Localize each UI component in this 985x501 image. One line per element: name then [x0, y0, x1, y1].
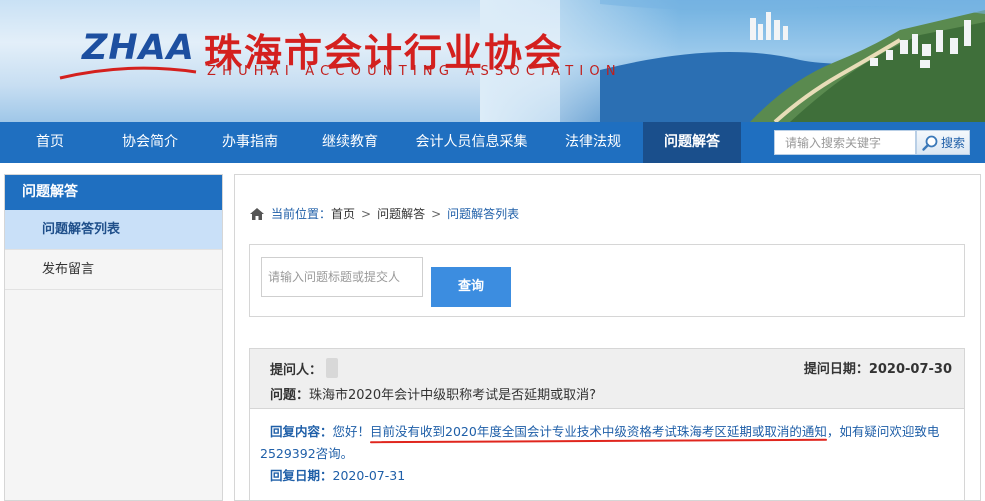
nav-item-home[interactable]: 首页: [0, 122, 100, 163]
coastline-city-image: [600, 0, 985, 122]
magnifier-icon: [922, 135, 938, 151]
asker-label: 提问人：: [270, 362, 323, 378]
question: 问题：珠海市2020年会计中级职称考试是否延期或取消?: [270, 384, 596, 403]
reply-highlighted-text: 目前没有收到2020年度全国会计专业技术中级资格考试珠海考区延期或取消的通知: [370, 424, 827, 439]
site-banner: ZHAA 珠海市会计行业协会 ZHUHAI ACCOUNTING ASSOCIA…: [0, 0, 985, 122]
reply: 回复内容：您好！目前没有收到2020年度全国会计专业技术中级资格考试珠海考区延期…: [250, 409, 964, 487]
nav-item-about[interactable]: 协会简介: [100, 122, 200, 163]
logo-english-name: ZHUHAI ACCOUNTING ASSOCIATION: [207, 64, 622, 79]
main-content: 当前位置： 首页 > 问题解答 > 问题解答列表 查询 提问人： 提问日期：20…: [234, 174, 981, 501]
breadcrumb-prefix: 当前位置：: [271, 207, 332, 221]
nav-item-education[interactable]: 继续教育: [300, 122, 400, 163]
reply-date-value: 2020-07-31: [332, 468, 406, 483]
question-label: 问题：: [270, 388, 310, 403]
qa-card-header: 提问人： 提问日期：2020-07-30 问题：珠海市2020年会计中级职称考试…: [250, 349, 964, 409]
breadcrumb-separator: >: [431, 206, 442, 221]
reply-label: 回复内容：: [270, 424, 333, 439]
reply-content: 回复内容：您好！目前没有收到2020年度全国会计专业技术中级资格考试珠海考区延期…: [260, 421, 964, 465]
breadcrumb-qa[interactable]: 问题解答: [377, 205, 425, 222]
ask-date-label: 提问日期：: [803, 362, 869, 377]
home-icon: [249, 207, 265, 221]
site-search-input[interactable]: [774, 130, 916, 155]
logo-abbreviation: ZHAA: [82, 28, 195, 68]
breadcrumb-separator: >: [361, 206, 372, 221]
reply-date: 回复日期：2020-07-31: [270, 465, 964, 487]
asker: 提问人：: [270, 358, 339, 378]
nav-item-qa[interactable]: 问题解答: [643, 122, 741, 163]
nav-item-info-collection[interactable]: 会计人员信息采集: [400, 122, 543, 163]
question-search-input[interactable]: [261, 257, 423, 297]
query-button[interactable]: 查询: [431, 267, 511, 307]
logo-swoosh-icon: [59, 66, 197, 80]
ask-date-value: 2020-07-30: [868, 362, 952, 377]
sidebar-item-qa-list[interactable]: 问题解答列表: [5, 210, 222, 250]
sidebar: 问题解答 问题解答列表 发布留言: [4, 174, 223, 501]
reply-date-label: 回复日期：: [270, 468, 333, 483]
ask-date: 提问日期：2020-07-30: [804, 358, 952, 377]
breadcrumb-home[interactable]: 首页: [331, 205, 355, 222]
qa-card: 提问人： 提问日期：2020-07-30 问题：珠海市2020年会计中级职称考试…: [249, 348, 965, 501]
nav-item-laws[interactable]: 法律法规: [543, 122, 643, 163]
site-search-button[interactable]: 搜索: [916, 130, 970, 155]
sidebar-title: 问题解答: [5, 175, 222, 210]
site-search-button-label: 搜索: [940, 136, 965, 150]
reply-greeting: 您好！: [332, 424, 371, 439]
question-text: 珠海市2020年会计中级职称考试是否延期或取消?: [309, 388, 596, 403]
breadcrumb: 当前位置： 首页 > 问题解答 > 问题解答列表: [249, 205, 519, 222]
asker-name-redacted: [326, 358, 339, 378]
sidebar-item-post-message[interactable]: 发布留言: [5, 250, 222, 290]
query-panel: 查询: [249, 244, 965, 317]
breadcrumb-qa-list[interactable]: 问题解答列表: [447, 205, 519, 222]
nav-item-guide[interactable]: 办事指南: [200, 122, 300, 163]
